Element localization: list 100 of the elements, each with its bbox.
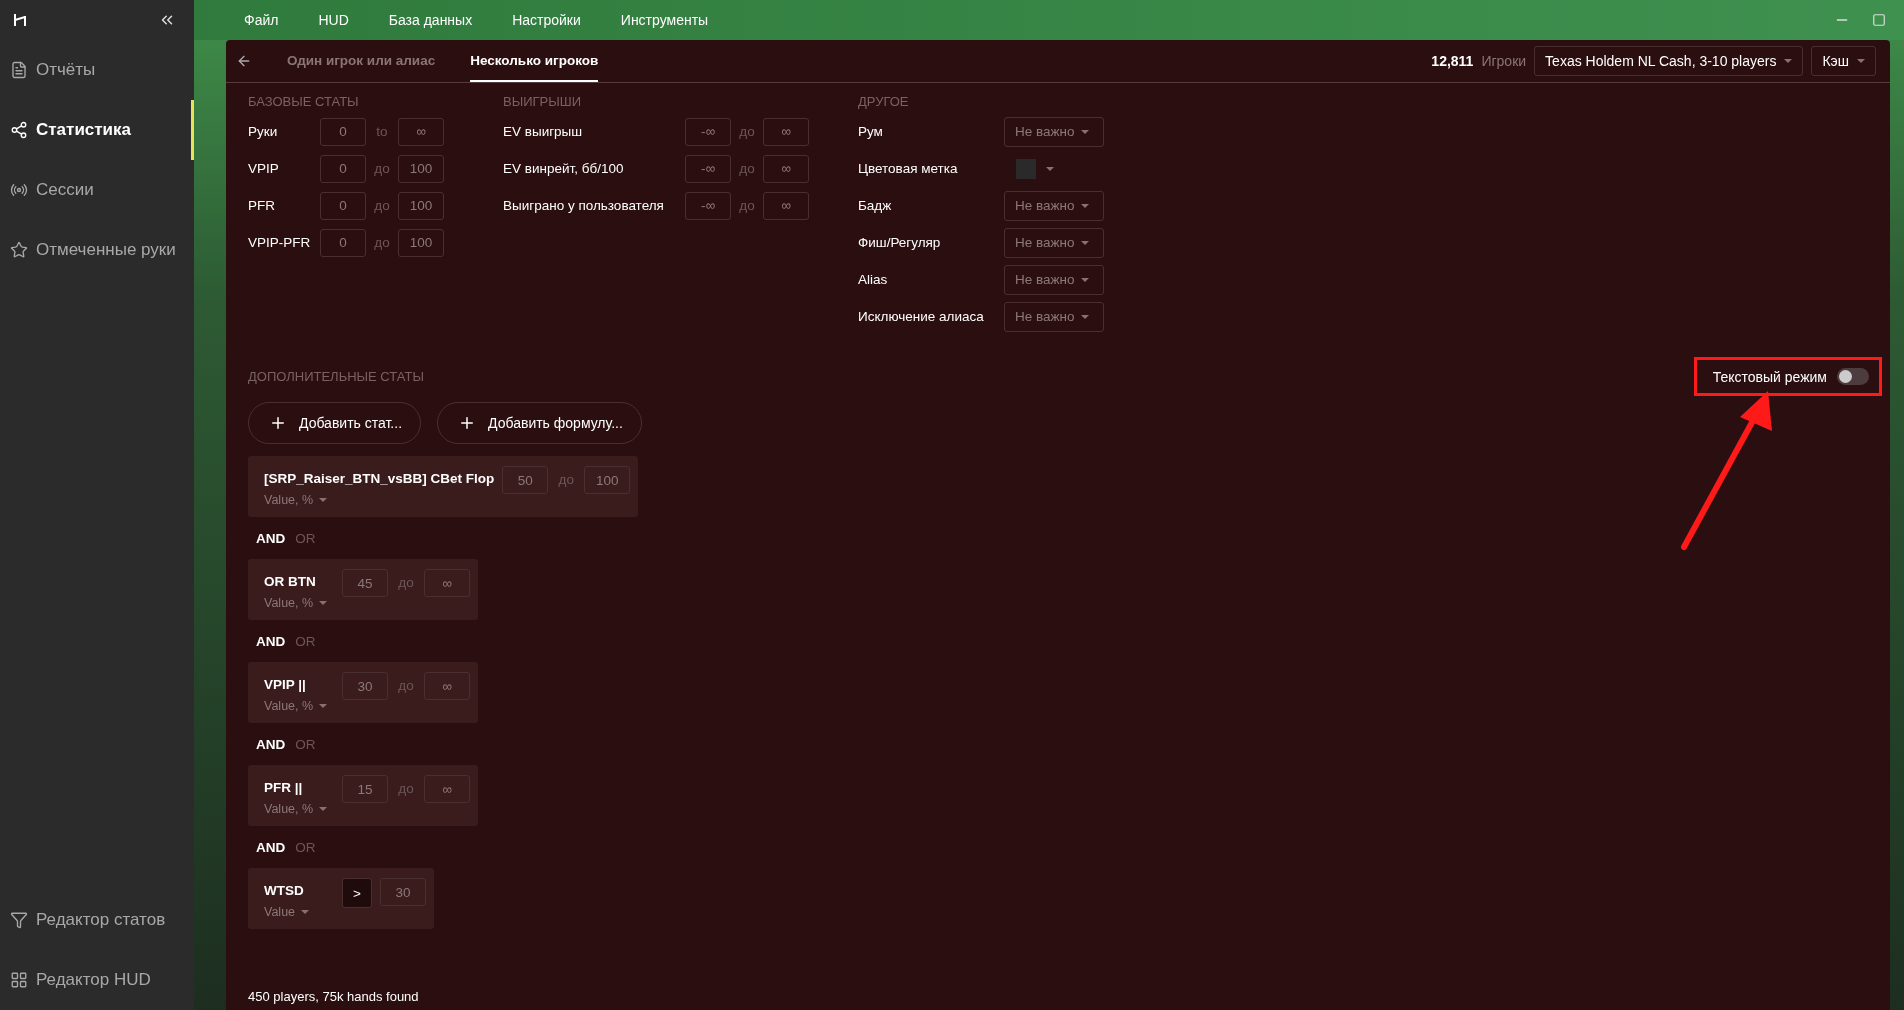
range-separator: до: [738, 122, 756, 141]
toggle-switch[interactable]: [1837, 368, 1869, 385]
max-field[interactable]: 100: [398, 191, 444, 220]
logic-option[interactable]: OR: [295, 736, 316, 752]
filter-dropdown[interactable]: Не важно: [1004, 190, 1104, 221]
stat-name: WTSD: [264, 882, 305, 900]
stat-name: VPIP ||: [264, 676, 307, 694]
filter-label: Alias: [858, 272, 889, 287]
range-separator: до: [397, 780, 415, 798]
plus-icon: [269, 414, 287, 432]
color-swatch[interactable]: [1016, 158, 1036, 179]
status-text: 450 players, 75k hands found: [248, 989, 420, 1004]
max-field[interactable]: ∞: [398, 117, 444, 146]
range-separator: до: [738, 159, 756, 178]
stat-label: EV винрейт, бб/100: [503, 161, 625, 176]
sidebar-item[interactable]: Отчёты: [0, 40, 194, 100]
max-field[interactable]: ∞: [763, 117, 809, 146]
stat-label: VPIP-PFR: [248, 235, 312, 250]
min-field[interactable]: 50: [502, 466, 549, 494]
stat-label: EV выигрыш: [503, 124, 584, 139]
section-title: ДРУГОЕ: [858, 92, 910, 111]
sidebar-item[interactable]: Сессии: [0, 160, 194, 220]
range-separator: до: [397, 574, 415, 592]
min-field[interactable]: -∞: [685, 117, 731, 146]
logic-option[interactable]: OR: [295, 530, 316, 546]
stat-label: Руки: [248, 124, 279, 139]
type-select[interactable]: Кэш: [1811, 46, 1876, 76]
sidebar-item[interactable]: Редактор статов: [0, 890, 194, 950]
menu-item[interactable]: Настройки: [512, 12, 581, 28]
stat-name: [SRP_Raiser_BTN_vsBB] CBet Flop: [264, 470, 495, 488]
range-separator: to: [375, 122, 389, 141]
range-separator: до: [373, 159, 391, 178]
min-field[interactable]: -∞: [685, 154, 731, 183]
logic-option[interactable]: AND: [256, 530, 286, 546]
sidebar-item[interactable]: Отмеченные руки: [0, 220, 194, 280]
range-separator: до: [557, 471, 575, 489]
sidebar-item[interactable]: Редактор HUD: [0, 950, 194, 1010]
stat-name: PFR ||: [264, 779, 304, 797]
range-separator: до: [738, 196, 756, 215]
min-field[interactable]: 0: [320, 154, 366, 183]
filter-label: Цветовая метка: [858, 161, 959, 176]
metric-dropdown[interactable]: Value: [264, 905, 334, 919]
logic-option[interactable]: OR: [295, 633, 316, 649]
min-field[interactable]: 45: [342, 569, 388, 597]
range-separator: до: [373, 233, 391, 252]
tab[interactable]: Один игрок или алиас: [287, 40, 436, 82]
section-title: ДОПОЛНИТЕЛЬНЫЕ СТАТЫ: [248, 368, 424, 386]
max-field[interactable]: 100: [584, 466, 631, 494]
metric-dropdown[interactable]: Value, %: [264, 802, 334, 816]
menu-item[interactable]: Инструменты: [620, 12, 709, 28]
filter-label: Фиш/Регуляр: [858, 235, 942, 250]
max-field[interactable]: 100: [398, 228, 444, 257]
filter-dropdown[interactable]: Не важно: [1004, 301, 1104, 332]
grid-icon: [10, 971, 28, 989]
menu-item[interactable]: Файл: [244, 12, 279, 28]
logic-option[interactable]: OR: [295, 839, 316, 855]
filter-dropdown[interactable]: Не важно: [1004, 264, 1104, 295]
max-field[interactable]: 100: [398, 154, 444, 183]
section-title: ВЫИГРЫШИ: [503, 92, 582, 111]
operator-button[interactable]: >: [342, 878, 372, 908]
back-icon[interactable]: [236, 53, 252, 69]
logic-option[interactable]: AND: [256, 633, 286, 649]
filter-label: Исключение алиаса: [858, 309, 985, 324]
min-field[interactable]: 30: [342, 672, 388, 700]
max-field[interactable]: ∞: [424, 775, 470, 803]
min-field[interactable]: 0: [320, 191, 366, 220]
max-field[interactable]: ∞: [424, 569, 470, 597]
max-field[interactable]: ∞: [424, 672, 470, 700]
range-separator: до: [373, 196, 391, 215]
filter-dropdown[interactable]: Не важно: [1004, 116, 1104, 147]
menu-item[interactable]: База данных: [388, 12, 473, 28]
stat-label: Выиграно у пользователя: [503, 198, 665, 213]
range-separator: до: [397, 677, 415, 695]
filter-icon: [10, 911, 28, 929]
player-count: 12,811: [1431, 53, 1474, 69]
metric-dropdown[interactable]: Value, %: [264, 493, 495, 507]
min-field[interactable]: 0: [320, 228, 366, 257]
share-icon: [10, 121, 28, 139]
stat-name: OR BTN: [264, 573, 317, 591]
min-field[interactable]: 15: [342, 775, 388, 803]
min-field[interactable]: 0: [320, 117, 366, 146]
logic-option[interactable]: AND: [256, 839, 286, 855]
min-field[interactable]: -∞: [685, 191, 731, 220]
max-field[interactable]: ∞: [763, 191, 809, 220]
document-chart-icon: [10, 61, 28, 79]
filter-label: Бадж: [858, 198, 893, 213]
game-select[interactable]: Texas Holdem NL Cash, 3-10 players: [1534, 46, 1804, 76]
tab[interactable]: Несколько игроков: [470, 40, 599, 82]
value-field[interactable]: 30: [380, 878, 426, 906]
broadcast-icon: [10, 181, 28, 199]
max-field[interactable]: ∞: [763, 154, 809, 183]
player-count-label: Игроки: [1481, 53, 1527, 69]
menu-item[interactable]: HUD: [318, 12, 349, 28]
section-title: БАЗОВЫЕ СТАТЫ: [248, 92, 360, 111]
filter-label: Рум: [858, 124, 884, 139]
metric-dropdown[interactable]: Value, %: [264, 596, 334, 610]
toggle-label: Текстовый режим: [1712, 368, 1827, 385]
filter-dropdown[interactable]: Не важно: [1004, 227, 1104, 258]
metric-dropdown[interactable]: Value, %: [264, 699, 334, 713]
logic-option[interactable]: AND: [256, 736, 286, 752]
